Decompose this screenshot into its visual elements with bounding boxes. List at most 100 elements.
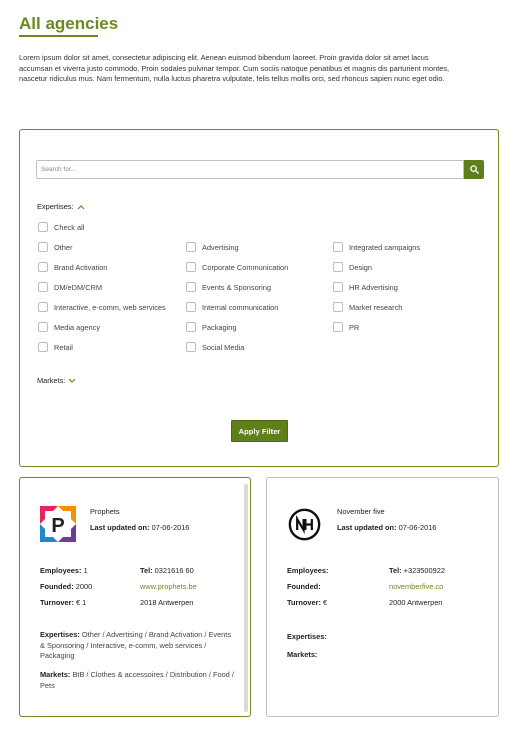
website-link[interactable]: novemberfive.co — [389, 582, 443, 591]
checkbox-label: Interactive, e-comm, web services — [54, 302, 166, 312]
location: 2018 Antwerpen — [140, 598, 194, 607]
checkbox-label: Media agency — [54, 322, 101, 332]
turnover-info: Turnover: € — [287, 598, 327, 607]
agency-name: Prophets — [90, 507, 120, 516]
checkbox[interactable] — [333, 302, 343, 312]
chevron-up-icon — [77, 204, 84, 209]
expertise-option[interactable]: Design — [333, 262, 372, 272]
last-updated-label: Last updated on: — [90, 523, 150, 532]
checkbox[interactable] — [333, 242, 343, 252]
page-title: All agencies — [19, 14, 119, 33]
expertise-option[interactable]: Brand Activation — [38, 262, 107, 272]
intro-text: Lorem ipsum dolor sit amet, consectetur … — [19, 53, 450, 83]
agency-card[interactable]: November five Last updated on: 07-06-201… — [266, 477, 499, 717]
tel-value: 0321616 60 — [154, 566, 194, 575]
tel-value: +323500922 — [403, 566, 445, 575]
checkbox-label: Social Media — [202, 342, 245, 352]
turnover-value: € — [323, 598, 328, 607]
checkbox-label: Integrated campaigns — [349, 242, 421, 252]
search-button[interactable] — [464, 160, 484, 179]
expertises-label: Expertises: — [40, 630, 80, 639]
checkbox[interactable] — [186, 282, 196, 292]
tel-label: Tel: — [389, 566, 402, 575]
checkbox[interactable] — [38, 322, 48, 332]
checkbox[interactable] — [38, 302, 48, 312]
employees-value: 1 — [83, 566, 88, 575]
turnover-value: € 1 — [76, 598, 87, 607]
last-updated-value: 07-06-2016 — [151, 523, 190, 532]
markets-list: Markets: BtB / Clothes & accessoires / D… — [40, 670, 235, 691]
expertise-option[interactable]: Corporate Communication — [186, 262, 288, 272]
checkbox[interactable] — [186, 262, 196, 272]
expertise-option[interactable]: Internal communication — [186, 302, 278, 312]
checkbox[interactable] — [38, 242, 48, 252]
expertise-option[interactable]: HR Advertising — [333, 282, 398, 292]
svg-text:P: P — [51, 515, 64, 537]
checkbox-label: Packaging — [202, 322, 237, 332]
checkbox-label: Other — [54, 242, 73, 252]
expertise-option[interactable]: DM/eDM/CRM — [38, 282, 102, 292]
turnover-label: Turnover: — [40, 598, 74, 607]
checkbox[interactable] — [38, 222, 48, 232]
founded-label: Founded: — [287, 582, 321, 591]
expertise-option[interactable]: Social Media — [186, 342, 244, 352]
agency-card[interactable]: P Prophets Last updated on: 07-06-2016 E… — [19, 477, 251, 717]
tel-info: Tel: +323500922 — [389, 566, 445, 575]
apply-filter-button[interactable]: Apply Filter — [231, 420, 288, 442]
expertises-list: Expertises: — [287, 632, 482, 643]
november-five-logo — [288, 508, 321, 541]
expertise-option[interactable]: Other — [38, 242, 72, 252]
expertise-option[interactable]: PR — [333, 322, 359, 332]
expertise-option[interactable]: Advertising — [186, 242, 239, 252]
filter-panel: Expertises: Check all Other Brand Activat… — [19, 129, 499, 467]
expertise-option[interactable]: Packaging — [186, 322, 237, 332]
checkbox[interactable] — [186, 322, 196, 332]
checkbox-label: Internal communication — [202, 302, 279, 312]
expertises-toggle[interactable]: Expertises: — [37, 202, 85, 211]
expertise-option[interactable]: Interactive, e-comm, web services — [38, 302, 166, 312]
checkbox[interactable] — [186, 302, 196, 312]
checkbox[interactable] — [38, 282, 48, 292]
checkbox-label: Events & Sponsoring — [202, 282, 272, 292]
last-updated: Last updated on: 07-06-2016 — [337, 523, 436, 532]
expertise-option[interactable]: Media agency — [38, 322, 100, 332]
tel-label: Tel: — [140, 566, 153, 575]
markets-value: BtB / Clothes & accessoires / Distributi… — [40, 670, 234, 690]
markets-toggle[interactable]: Markets: — [37, 376, 76, 385]
checkbox[interactable] — [333, 262, 343, 272]
checkbox[interactable] — [186, 242, 196, 252]
checkbox[interactable] — [38, 262, 48, 272]
employees-label: Employees: — [287, 566, 329, 575]
founded-value: 2000 — [75, 582, 93, 591]
markets-list: Markets: — [287, 650, 482, 661]
check-all-option[interactable]: Check all — [38, 222, 84, 232]
chevron-down-icon — [68, 378, 76, 383]
card-scrollbar[interactable] — [244, 484, 248, 712]
turnover-info: Turnover: € 1 — [40, 598, 86, 607]
agency-name: November five — [337, 507, 385, 516]
founded-label: Founded: — [40, 582, 74, 591]
expertise-option[interactable]: Market research — [333, 302, 402, 312]
checkbox-label: Check all — [54, 222, 85, 232]
search-input[interactable] — [36, 160, 464, 179]
checkbox[interactable] — [333, 282, 343, 292]
checkbox-label: Brand Activation — [54, 262, 108, 272]
expertise-option[interactable]: Retail — [38, 342, 73, 352]
markets-label: Markets: — [287, 650, 318, 659]
markets-label: Markets: — [37, 376, 66, 385]
checkbox-label: Corporate Communication — [202, 262, 289, 272]
title-underline — [19, 35, 98, 37]
expertise-option[interactable]: Integrated campaigns — [333, 242, 420, 252]
checkbox[interactable] — [333, 322, 343, 332]
search-icon — [469, 165, 479, 174]
website-link[interactable]: www.prophets.be — [140, 582, 197, 591]
checkbox[interactable] — [38, 342, 48, 352]
search-bar — [36, 160, 484, 179]
expertise-option[interactable]: Events & Sponsoring — [186, 282, 271, 292]
expertises-list: Expertises: Other / Advertising / Brand … — [40, 630, 235, 662]
checkbox-label: Retail — [54, 342, 73, 352]
employees-info: Employees: — [287, 566, 329, 575]
checkbox[interactable] — [186, 342, 196, 352]
expertises-label: Expertises: — [37, 202, 74, 211]
markets-label: Markets: — [40, 670, 71, 679]
